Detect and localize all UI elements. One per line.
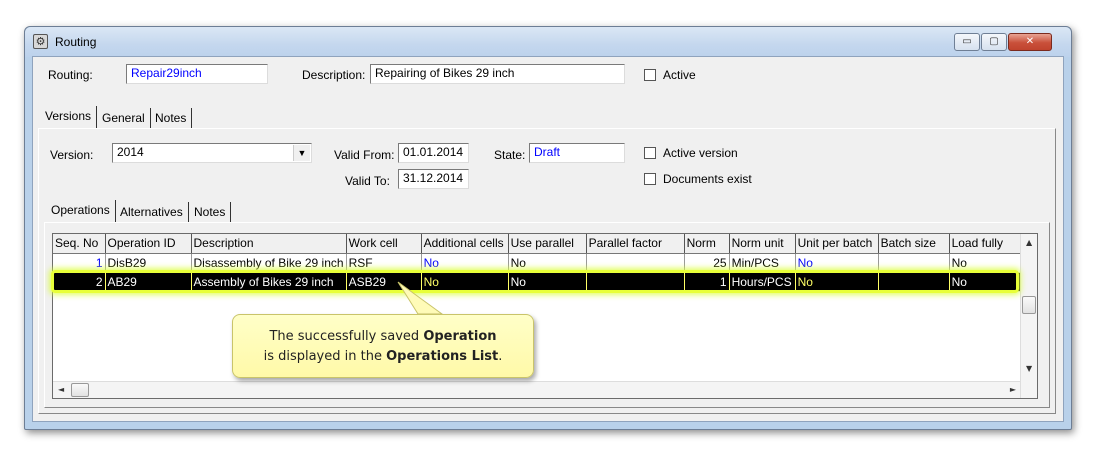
cell-work-cell: RSF: [346, 253, 422, 273]
col-batch-size[interactable]: Batch size: [878, 234, 950, 254]
chevron-down-icon[interactable]: ▼: [293, 145, 310, 161]
cell-load-fully: No: [949, 272, 1022, 292]
cell-unit-per-batch: No: [795, 253, 879, 273]
description-label: Description:: [302, 68, 366, 82]
valid-to-label: Valid To:: [345, 174, 390, 188]
valid-from-label: Valid From:: [334, 148, 395, 162]
cell-unit-per-batch: No: [795, 272, 879, 292]
cell-description: Assembly of Bikes 29 inch: [191, 272, 347, 292]
state-field[interactable]: Draft: [529, 143, 625, 163]
callout-pointer: [397, 281, 444, 315]
tab-notes[interactable]: Notes: [150, 108, 193, 129]
active-version-checkbox[interactable]: [644, 147, 656, 159]
tab-general[interactable]: General: [97, 108, 151, 129]
col-load-fully[interactable]: Load fully: [949, 234, 1022, 254]
cell-use-parallel: No: [508, 272, 587, 292]
outer-tab-strip: Versions General Notes: [40, 106, 240, 130]
tab-inner-notes[interactable]: Notes: [189, 202, 232, 223]
tab-versions[interactable]: Versions: [40, 106, 98, 129]
col-norm[interactable]: Norm: [684, 234, 730, 254]
col-work-cell[interactable]: Work cell: [346, 234, 422, 254]
horizontal-scrollbar[interactable]: ◄ ►: [53, 381, 1020, 398]
cell-op-id: DisB29: [105, 253, 192, 273]
scroll-left-icon[interactable]: ◄: [58, 385, 64, 394]
cell-norm-unit: Min/PCS: [729, 253, 796, 273]
cell-parallel-factor: [586, 272, 685, 292]
tab-operations[interactable]: Operations: [46, 200, 116, 223]
callout-line-1: The successfully saved Operation: [269, 329, 497, 344]
horizontal-scroll-thumb[interactable]: [71, 383, 89, 397]
active-version-label: Active version: [663, 146, 738, 160]
cell-batch-size: [878, 253, 950, 273]
documents-exist-label: Documents exist: [663, 172, 752, 186]
cell-additional-cells: No: [421, 253, 509, 273]
col-seq-no[interactable]: Seq. No: [53, 234, 106, 254]
routing-field[interactable]: Repair29inch: [126, 64, 268, 84]
table-row-selected[interactable]: 2 AB29 Assembly of Bikes 29 inch ASB29 N…: [53, 272, 1022, 292]
scroll-right-icon[interactable]: ►: [1010, 385, 1016, 394]
col-unit-per-batch[interactable]: Unit per batch: [795, 234, 879, 254]
valid-from-field[interactable]: 01.01.2014: [398, 143, 469, 163]
scroll-up-icon[interactable]: ▲: [1026, 238, 1032, 247]
operations-grid[interactable]: Seq. No Operation ID Description Work ce…: [52, 233, 1038, 399]
minimize-button[interactable]: ▭: [954, 33, 980, 51]
cell-description: Disassembly of Bike 29 inch: [191, 253, 347, 273]
vertical-scroll-thumb[interactable]: [1022, 296, 1036, 314]
col-use-parallel[interactable]: Use parallel: [508, 234, 587, 254]
cell-seq: 2: [53, 272, 106, 292]
cell-parallel-factor: [586, 253, 685, 273]
description-field[interactable]: Repairing of Bikes 29 inch: [370, 64, 625, 84]
version-value: 2014: [117, 145, 144, 159]
cell-op-id: AB29: [105, 272, 192, 292]
table-row[interactable]: 1 DisB29 Disassembly of Bike 29 inch RSF…: [53, 253, 1022, 273]
cell-norm-unit: Hours/PCS: [729, 272, 796, 292]
maximize-button[interactable]: ▢: [981, 33, 1007, 51]
inner-tab-strip: Operations Alternatives Notes: [46, 200, 246, 224]
callout-line-2: is displayed in the Operations List.: [263, 349, 503, 364]
version-label: Version:: [50, 148, 94, 162]
cell-load-fully: No: [949, 253, 1022, 273]
version-combobox[interactable]: 2014 ▼: [112, 143, 312, 163]
cell-batch-size: [878, 272, 950, 292]
close-button[interactable]: ✕: [1008, 33, 1052, 51]
cell-norm: 1: [684, 272, 730, 292]
cell-use-parallel: No: [508, 253, 587, 273]
tab-alternatives[interactable]: Alternatives: [115, 202, 189, 223]
col-description[interactable]: Description: [191, 234, 347, 254]
col-operation-id[interactable]: Operation ID: [105, 234, 192, 254]
scroll-down-icon[interactable]: ▼: [1026, 364, 1032, 373]
active-checkbox[interactable]: [644, 69, 656, 81]
documents-exist-checkbox[interactable]: [644, 173, 656, 185]
routing-label: Routing:: [48, 68, 93, 82]
state-label: State:: [494, 148, 526, 162]
col-parallel-factor[interactable]: Parallel factor: [586, 234, 685, 254]
cell-norm: 25: [684, 253, 730, 273]
col-additional-cells[interactable]: Additional cells: [421, 234, 509, 254]
title-bar[interactable]: ⚙ Routing ▭ ▢ ✕: [25, 27, 1071, 57]
cell-seq: 1: [53, 253, 106, 273]
app-gear-icon: ⚙: [33, 34, 48, 49]
header-row: Seq. No Operation ID Description Work ce…: [53, 234, 1022, 254]
col-norm-unit[interactable]: Norm unit: [729, 234, 796, 254]
window-title: Routing: [55, 35, 97, 49]
valid-to-field[interactable]: 31.12.2014: [398, 169, 469, 189]
info-callout: The successfully saved Operation is disp…: [232, 314, 534, 378]
operations-table: Seq. No Operation ID Description Work ce…: [53, 234, 1022, 292]
active-label: Active: [663, 68, 696, 82]
vertical-scrollbar[interactable]: ▲ ▼: [1020, 234, 1037, 398]
